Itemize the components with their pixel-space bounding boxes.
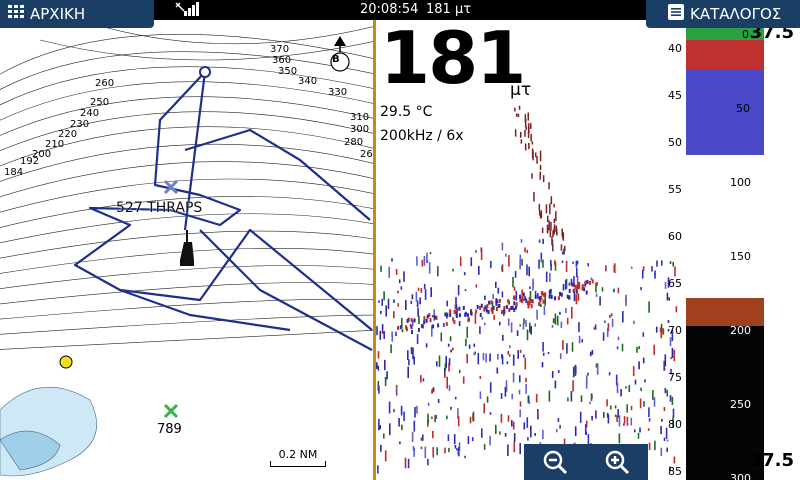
grid-icon — [8, 5, 24, 23]
svg-text:370: 370 — [270, 44, 289, 55]
chart-map: 370 360 350 340 330 310 300 280 26 260 2… — [0, 20, 373, 477]
svg-text:184: 184 — [4, 167, 23, 178]
waypoint-label: 527 THRAPS — [116, 200, 203, 216]
green-x-marker — [163, 403, 179, 419]
svg-text:26: 26 — [360, 149, 373, 160]
status-depth: 181 μτ — [426, 2, 472, 17]
sonar-frequency: 200kHz / 6x — [380, 128, 464, 144]
depth-value: 181 — [380, 20, 526, 100]
menu-label: ΚΑΤΑΛΟΓΟΣ — [690, 5, 782, 23]
home-label: ΑΡΧΙΚΗ — [30, 5, 86, 23]
contour-labels: 370 360 350 340 330 310 300 280 26 260 2… — [4, 44, 373, 178]
water-temperature: 29.5 °C — [380, 104, 433, 120]
range-bottom: 37.5 — [749, 450, 794, 471]
svg-text:310: 310 — [350, 112, 369, 123]
menu-button[interactable]: ΚΑΤΑΛΟΓΟΣ — [646, 0, 800, 28]
svg-text:240: 240 — [80, 108, 99, 119]
depth-scale-label: 75 — [668, 371, 682, 384]
svg-text:330: 330 — [328, 87, 347, 98]
scale-label: 0.2 NM — [278, 448, 318, 461]
svg-text:192: 192 — [20, 156, 39, 167]
deep-area — [0, 386, 97, 477]
overview-scale-label: 50 — [736, 102, 750, 115]
overview-scale-label: 200 — [730, 324, 751, 337]
depth-scale-label: 55 — [668, 183, 682, 196]
zoom-out-icon — [543, 450, 568, 475]
sonar-pane[interactable]: 181 μτ 29.5 °C 200kHz / 6x 37.5 37.5 40 4… — [376, 20, 800, 480]
home-button[interactable]: ΑΡΧΙΚΗ — [0, 0, 154, 28]
overview-scale-label: 0 — [742, 28, 749, 41]
depth-unit: μτ — [510, 80, 532, 100]
zoom-out-button[interactable] — [524, 444, 586, 480]
zoom-controls — [524, 444, 648, 480]
buoy-label: B — [332, 54, 340, 65]
depth-scale-label: 60 — [668, 230, 682, 243]
svg-text:360: 360 — [272, 55, 291, 66]
depth-scale-label: 45 — [668, 89, 682, 102]
depth-scale-label: 40 — [668, 42, 682, 55]
svg-text:340: 340 — [298, 76, 317, 87]
depth-scale-label: 50 — [668, 136, 682, 149]
scale-bar: 0.2 NM — [270, 448, 326, 467]
zoom-in-button[interactable] — [586, 444, 648, 480]
svg-text:300: 300 — [350, 124, 369, 135]
marker-label: 789 — [157, 422, 182, 437]
boat-icon — [180, 230, 194, 266]
chart-pane[interactable]: 370 360 350 340 330 310 300 280 26 260 2… — [0, 20, 373, 480]
svg-text:350: 350 — [278, 66, 297, 77]
signal-icon — [174, 1, 200, 21]
svg-text:280: 280 — [344, 137, 363, 148]
depth-scale-label: 80 — [668, 418, 682, 431]
clock-time: 20:08:54 — [360, 2, 419, 17]
list-icon — [668, 4, 684, 24]
svg-text:250: 250 — [90, 97, 109, 108]
overview-scale-label: 100 — [730, 176, 751, 189]
depth-scale-label: 65 — [668, 277, 682, 290]
yellow-buoy — [59, 355, 73, 369]
depth-scale-label: 85 — [668, 465, 682, 478]
overview-column — [686, 20, 764, 480]
zoom-in-icon — [605, 450, 630, 475]
contour-lines — [0, 20, 373, 350]
overview-scale-label: 250 — [730, 398, 751, 411]
depth-scale-label: 70 — [668, 324, 682, 337]
svg-text:260: 260 — [95, 78, 114, 89]
status-area: 20:08:54 181 μτ — [174, 1, 644, 19]
overview-scale-label: 150 — [730, 250, 751, 263]
overview-scale-label: 300 — [730, 472, 751, 480]
